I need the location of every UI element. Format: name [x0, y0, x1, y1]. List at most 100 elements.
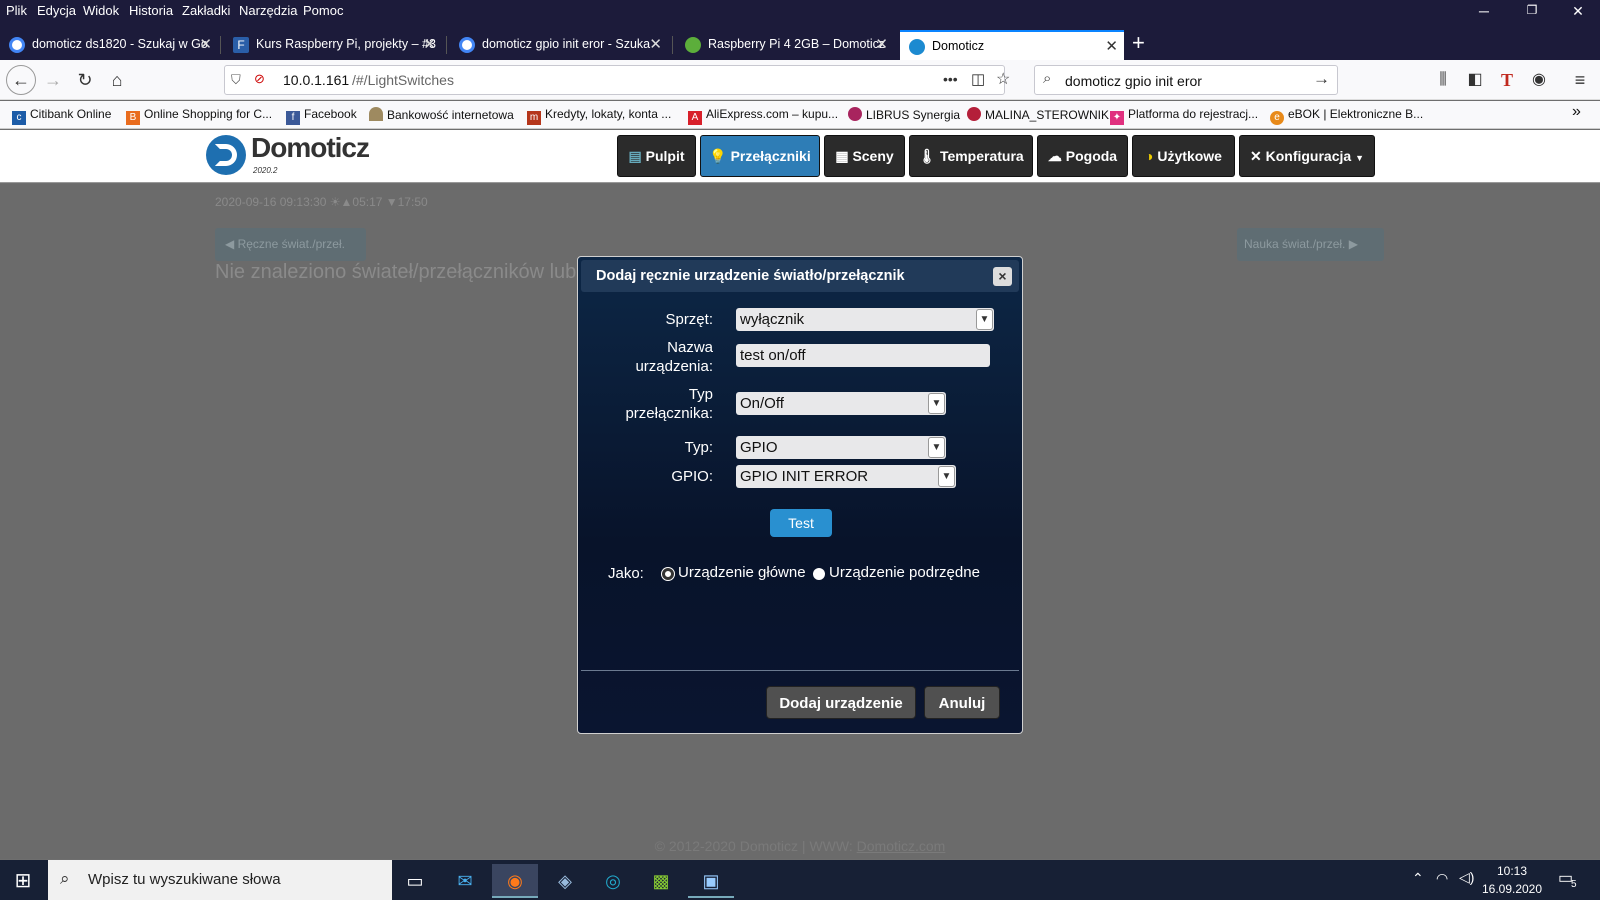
bookmark-item[interactable]: m Kredyty, lokaty, konta ... [527, 107, 671, 125]
dialog-header: Dodaj ręcznie urządzenie światło/przełąc… [581, 260, 1019, 292]
app-icon[interactable]: ◈ [542, 864, 588, 898]
switch-type-select[interactable]: On/Off ▼ [736, 392, 946, 415]
thunderbird-icon[interactable]: ✉ [442, 864, 488, 898]
learn-button[interactable]: Nauka świat./przeł. ▶ [1237, 228, 1384, 261]
tab-5-active[interactable]: Domoticz ✕ [900, 30, 1124, 60]
hardware-label: Sprzęt: [665, 311, 713, 328]
dashboard-icon: ▤ [628, 148, 642, 164]
role-label: Jako: [608, 565, 644, 582]
close-window-icon[interactable]: ✕ [1558, 3, 1598, 20]
bookmark-item[interactable]: MALINA_STEROWNIK [967, 107, 1109, 122]
menu-zakladki[interactable]: Zakładki [182, 3, 230, 18]
shield-icon: ⛉ [231, 72, 241, 87]
nav-sceny[interactable]: ▦ Sceny [824, 135, 905, 177]
type-select[interactable]: GPIO ▼ [736, 436, 946, 459]
gpio-select[interactable]: GPIO INIT ERROR ▼ [736, 465, 956, 488]
weather-icon: ☁ [1047, 148, 1062, 164]
tab-1[interactable]: domoticz ds1820 - Szukaj w Go ✕ [0, 30, 218, 60]
tab-title: domoticz ds1820 - Szukaj w Go [32, 37, 208, 51]
clock-time[interactable]: 10:13 [1485, 864, 1539, 878]
search-icon: ⌕ [1043, 70, 1052, 87]
tab-3[interactable]: domoticz gpio init eror - Szuka ✕ [450, 30, 668, 60]
hardware-select[interactable]: wyłącznik ▼ [736, 308, 994, 331]
device-name-input[interactable]: test on/off [736, 344, 990, 367]
menu-widok[interactable]: Widok [83, 3, 119, 18]
tab-4[interactable]: Raspberry Pi 4 2GB – Domoticz ✕ [676, 30, 894, 60]
nav-pulpit[interactable]: ▤ Pulpit [617, 135, 696, 177]
main-device-radio[interactable] [662, 568, 674, 580]
bookmark-item[interactable]: LIBRUS Synergia [848, 107, 960, 122]
menu-pomoc[interactable]: Pomoc [303, 3, 343, 18]
menu-narzedzia[interactable]: Narzędzia [239, 3, 298, 18]
bookmark-item[interactable]: Bankowość internetowa [369, 107, 514, 122]
footer-link[interactable]: Domoticz.com [857, 838, 946, 854]
page-actions-icon[interactable]: ••• [943, 71, 958, 87]
menu-plik[interactable]: Plik [6, 3, 27, 18]
close-tab-icon[interactable]: ✕ [875, 35, 888, 53]
app-version: 2020.2 [253, 166, 278, 175]
add-device-button[interactable]: Dodaj urządzenie [766, 686, 916, 719]
manual-add-button[interactable]: ◀ Ręczne świat./przeł. [215, 228, 366, 261]
home-icon[interactable]: ⌂ [105, 68, 129, 92]
status-line: 2020-09-16 09:13:30 ☀▲05:17 ▼17:50 [215, 195, 428, 209]
url-bar[interactable]: ⛉ ⊘ 10.0.1.161 /#/LightSwitches ••• ◫ ☆ [224, 65, 1010, 95]
bookmark-star-icon[interactable]: ☆ [996, 69, 1010, 89]
network-icon[interactable]: ◠ [1436, 870, 1448, 887]
windows-start-icon[interactable]: ⊞ [0, 864, 46, 898]
clock-date[interactable]: 16.09.2020 [1479, 882, 1545, 896]
extension-t-icon[interactable]: T [1495, 68, 1519, 92]
edge-icon[interactable]: ◎ [590, 864, 636, 898]
task-view-icon[interactable]: ▭ [392, 864, 438, 898]
forward-icon[interactable]: → [41, 68, 65, 92]
nav-temperatura[interactable]: 🌡 Temperatura [909, 135, 1033, 177]
firefox-icon[interactable]: ◉ [492, 864, 538, 898]
account-icon[interactable]: ◉ [1527, 68, 1551, 92]
tab-2[interactable]: F Kurs Raspberry Pi, projekty – #3 ✕ [224, 30, 442, 60]
close-tab-icon[interactable]: ✕ [1105, 37, 1118, 55]
ebok-icon: e [1270, 111, 1284, 125]
more-bookmarks-icon[interactable]: » [1572, 103, 1581, 121]
reload-icon[interactable]: ↻ [73, 68, 97, 92]
test-button[interactable]: Test [770, 509, 832, 537]
chevron-up-icon[interactable]: ⌃ [1412, 870, 1424, 887]
close-icon[interactable]: × [993, 267, 1012, 286]
close-tab-icon[interactable]: ✕ [423, 35, 436, 53]
menu-edycja[interactable]: Edycja [37, 3, 76, 18]
chevron-down-icon: ▼ [976, 309, 993, 330]
map-app-icon[interactable]: ▩ [638, 864, 684, 898]
minimize-icon[interactable]: ─ [1464, 3, 1504, 19]
close-tab-icon[interactable]: ✕ [199, 35, 212, 53]
remote-desktop-icon[interactable]: ▣ [688, 864, 734, 898]
pocket-icon[interactable]: ◫ [971, 70, 985, 88]
nav-pogoda[interactable]: ☁ Pogoda [1037, 135, 1128, 177]
nav-przelaczniki[interactable]: 💡 Przełączniki [700, 135, 820, 177]
taskbar-search[interactable]: ⌕ Wpisz tu wyszukiwane słowa [48, 860, 392, 900]
volume-icon[interactable]: ◁) [1459, 869, 1474, 886]
library-icon[interactable]: ⫼ [1431, 68, 1455, 92]
menu-historia[interactable]: Historia [129, 3, 173, 18]
nav-uzytkowe[interactable]: ◑ Użytkowe [1132, 135, 1235, 177]
bank-icon [369, 107, 383, 121]
back-icon[interactable]: ← [6, 65, 36, 95]
nav-konfiguracja[interactable]: ✕ Konfiguracja ▼ [1239, 135, 1375, 177]
chevron-down-icon: ▼ [938, 466, 955, 487]
bookmark-item[interactable]: f Facebook [286, 107, 357, 125]
search-go-icon[interactable]: → [1313, 69, 1330, 89]
bookmark-item[interactable]: c Citibank Online [12, 107, 111, 125]
search-field[interactable]: ⌕ domoticz gpio init eror → [1034, 65, 1338, 95]
close-tab-icon[interactable]: ✕ [649, 35, 662, 53]
sidebar-icon[interactable]: ◧ [1463, 68, 1487, 92]
hamburger-menu-icon[interactable]: ≡ [1568, 68, 1592, 92]
sub-device-radio[interactable] [813, 568, 825, 580]
restore-icon[interactable]: ❐ [1512, 3, 1552, 17]
new-tab-icon[interactable]: + [1132, 30, 1145, 56]
raspberry-icon [967, 107, 981, 121]
bookmark-item[interactable]: B Online Shopping for C... [126, 107, 272, 125]
cancel-button[interactable]: Anuluj [924, 686, 1000, 719]
bookmark-item[interactable]: A AliExpress.com – kupu... [688, 107, 838, 125]
bookmark-item[interactable]: e eBOK | Elektroniczne B... [1270, 107, 1423, 125]
google-icon [459, 37, 475, 53]
bookmark-item[interactable]: ✦ Platforma do rejestracj... [1110, 107, 1258, 125]
domoticz-icon [909, 39, 925, 55]
bookmarks-bar: c Citibank Online B Online Shopping for C.… [0, 101, 1600, 129]
